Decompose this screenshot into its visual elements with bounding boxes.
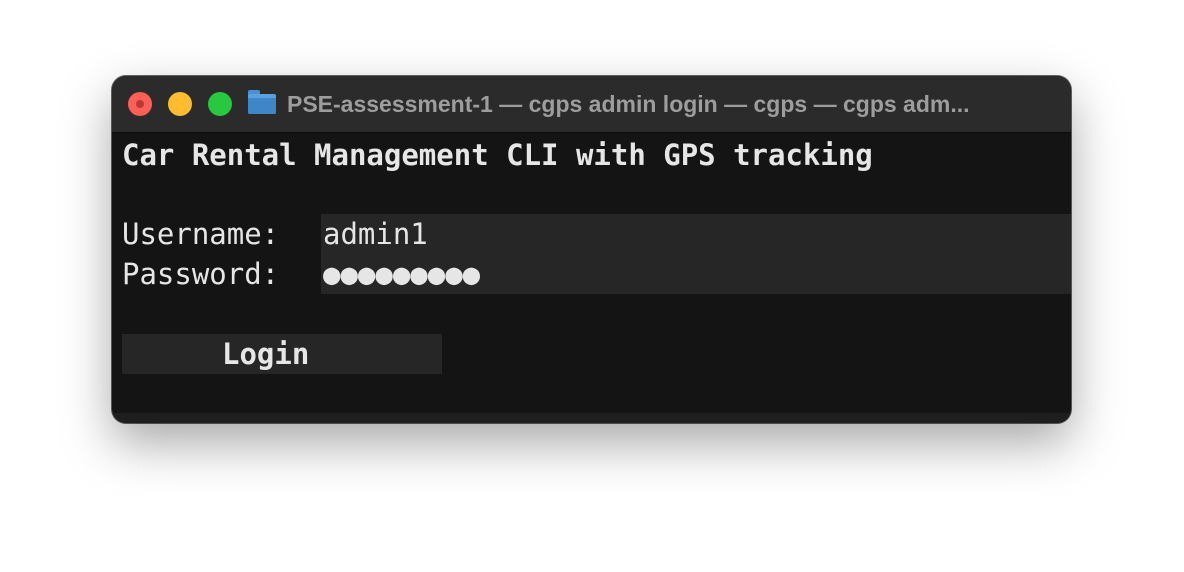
terminal-window: PSE-assessment-1 — cgps admin login — cg… [112,76,1071,423]
close-window-button[interactable] [128,92,152,116]
terminal-bottom-strip [112,413,1071,423]
password-input[interactable]: ●●●●●●●●● [321,254,1071,294]
terminal-content[interactable]: Car Rental Management CLI with GPS track… [112,133,1071,423]
title-bar[interactable]: PSE-assessment-1 — cgps admin login — cg… [112,76,1071,133]
folder-icon [248,90,276,114]
username-label: Username: [122,217,297,251]
minimize-window-button[interactable] [168,92,192,116]
password-label: Password: [122,257,297,291]
maximize-window-button[interactable] [208,92,232,116]
username-row: Username: admin1 [112,214,1071,254]
password-row: Password: ●●●●●●●●● [112,254,1071,294]
login-button[interactable]: Login [122,334,442,374]
username-input[interactable]: admin1 [321,214,1071,254]
window-title: PSE-assessment-1 — cgps admin login — cg… [287,91,970,117]
app-heading: Car Rental Management CLI with GPS track… [122,138,873,172]
login-button-label: Login [222,337,310,371]
